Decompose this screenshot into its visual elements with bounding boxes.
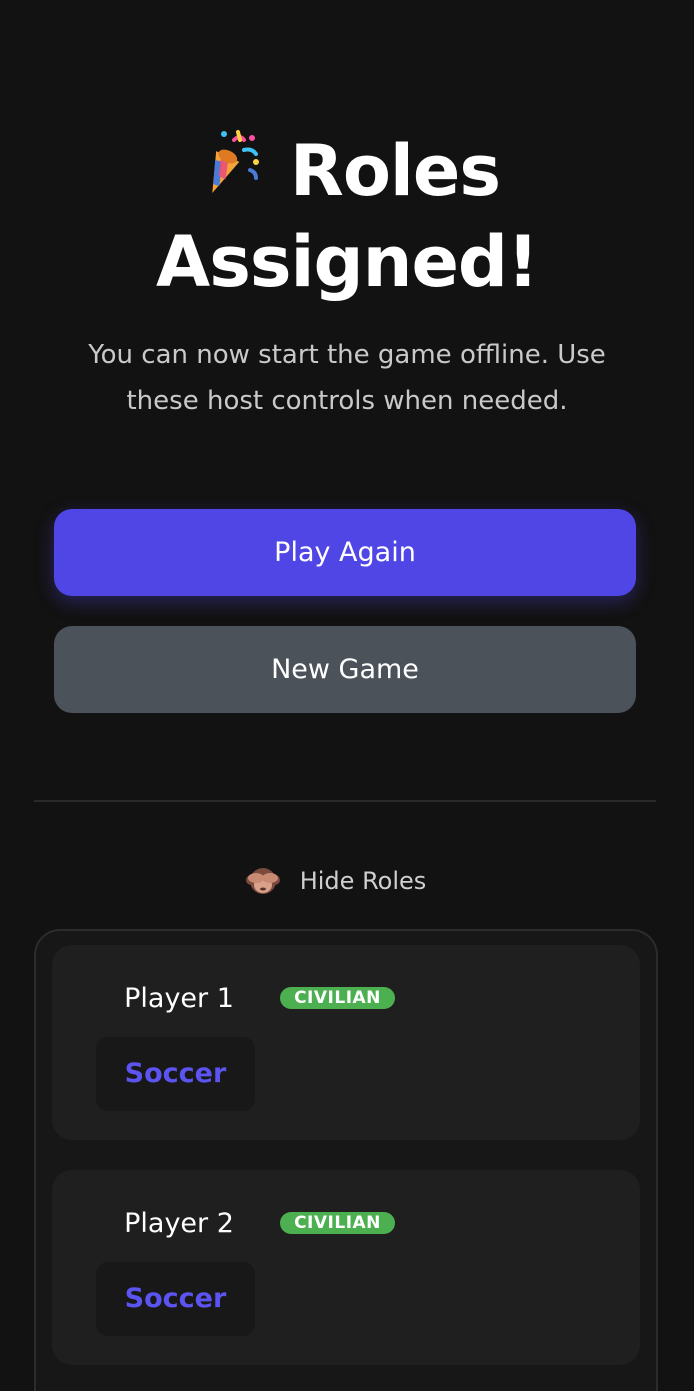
section-divider xyxy=(34,800,656,802)
hide-roles-label: Hide Roles xyxy=(299,867,427,895)
play-again-button[interactable]: Play Again xyxy=(54,509,636,596)
page-title: Roles Assigned! xyxy=(0,128,694,305)
subtitle-line-1: You can now start the game offline. Use xyxy=(88,340,606,370)
role-badge: CIVILIAN xyxy=(280,987,395,1009)
title-line-1: Roles xyxy=(289,130,501,212)
player-card: Player 1 CIVILIAN Soccer xyxy=(52,945,640,1140)
players-list: Player 1 CIVILIAN Soccer Player 2 CIVILI… xyxy=(34,929,658,1391)
secret-word: Soccer xyxy=(96,1037,255,1111)
subtitle-line-2: these host controls when needed. xyxy=(126,386,568,416)
role-badge: CIVILIAN xyxy=(280,1212,395,1234)
player-name: Player 2 xyxy=(124,1208,234,1239)
player-card: Player 2 CIVILIAN Soccer xyxy=(52,1170,640,1365)
hide-roles-toggle[interactable]: Hide Roles xyxy=(0,858,694,904)
new-game-button[interactable]: New Game xyxy=(54,626,636,713)
player-name: Player 1 xyxy=(124,983,234,1014)
see-no-evil-monkey-icon xyxy=(245,866,280,896)
secret-word: Soccer xyxy=(96,1262,255,1336)
party-popper-icon xyxy=(194,126,262,213)
page-subtitle: You can now start the game offline. Use … xyxy=(0,332,694,424)
title-line-2: Assigned! xyxy=(156,221,539,304)
